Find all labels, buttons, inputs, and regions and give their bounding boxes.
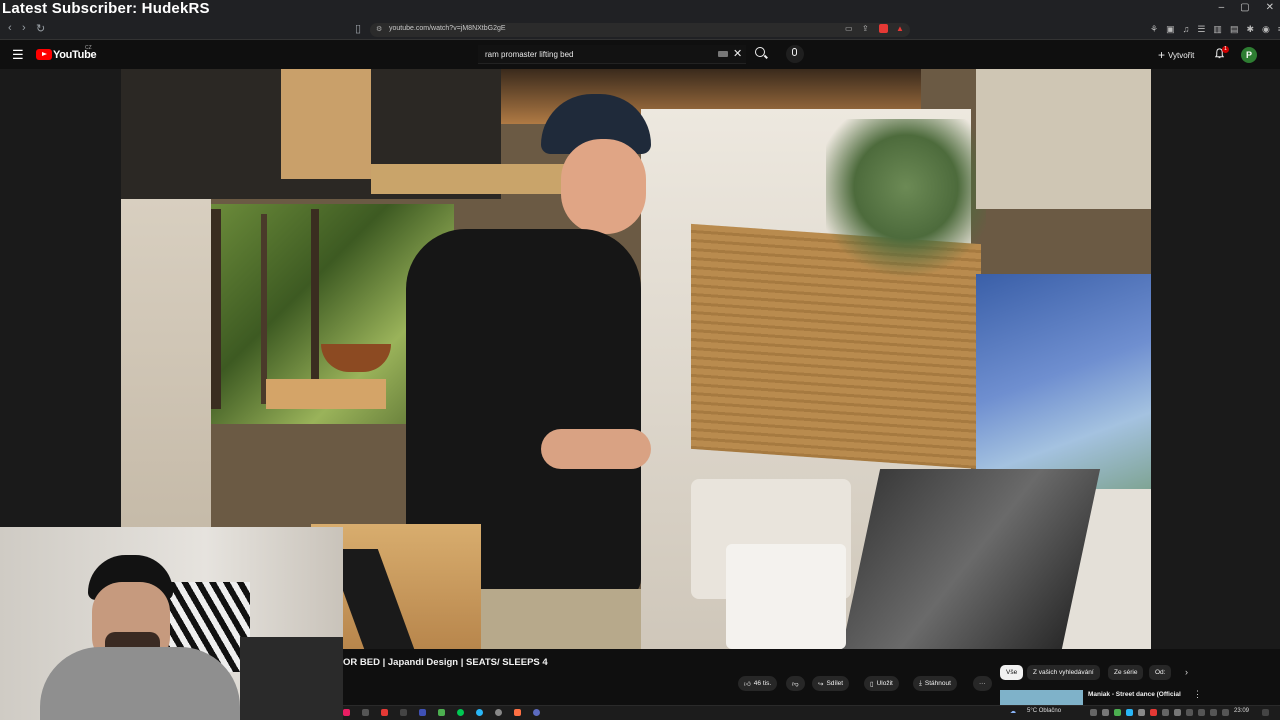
app-icon[interactable] bbox=[438, 709, 445, 716]
country-code: CZ bbox=[85, 45, 92, 51]
network-icon[interactable] bbox=[1222, 709, 1229, 716]
hamburger-menu-icon[interactable]: ☰ bbox=[12, 47, 24, 63]
notification-badge: 1 bbox=[1222, 46, 1229, 53]
microphone-icon[interactable] bbox=[792, 48, 797, 56]
app-icon[interactable] bbox=[400, 709, 407, 716]
volume-icon[interactable] bbox=[1198, 709, 1205, 716]
screen-icon[interactable]: ▭ bbox=[845, 24, 853, 33]
chip-from-series[interactable]: Ze série bbox=[1108, 665, 1144, 680]
puzzle-icon[interactable]: ✱ bbox=[1246, 24, 1254, 35]
browser-taskbar-icon[interactable] bbox=[381, 709, 388, 716]
thumbs-up-icon: 👍︎ bbox=[744, 680, 751, 688]
maximize-icon[interactable]: ▢ bbox=[1240, 2, 1249, 13]
dislike-button[interactable]: 👎︎ bbox=[786, 676, 805, 691]
list-icon[interactable]: ☰ bbox=[1197, 24, 1205, 35]
app-icon[interactable] bbox=[362, 709, 369, 716]
wifi-icon[interactable] bbox=[1186, 709, 1193, 716]
tray-icon[interactable] bbox=[1090, 709, 1097, 716]
chip-from-channel[interactable]: Od: bbox=[1149, 665, 1172, 680]
thumbs-down-icon: 👎︎ bbox=[792, 680, 799, 688]
recommendation-title[interactable]: Maniak - Street dance (Official bbox=[1088, 691, 1181, 698]
window-controls: – ▢ ✕ bbox=[1219, 2, 1274, 13]
save-button[interactable]: ▯ Uložit bbox=[864, 676, 899, 691]
like-count: 46 tis. bbox=[753, 680, 772, 687]
plus-icon: + bbox=[1158, 48, 1166, 62]
chip-from-searches[interactable]: Z vašich vyhledávání bbox=[1027, 665, 1100, 680]
app-icon[interactable] bbox=[495, 709, 502, 716]
download-label: Stáhnout bbox=[924, 680, 951, 687]
share-button[interactable]: ↪ Sdílet bbox=[812, 676, 850, 691]
weather-text[interactable]: 5°C Oblačno bbox=[1027, 708, 1061, 714]
app-icon[interactable] bbox=[419, 709, 426, 716]
recommendation-menu-icon[interactable]: ⋮ bbox=[1193, 689, 1202, 700]
share-label: Sdílet bbox=[826, 680, 844, 687]
alert-extension-icon[interactable]: ▲ bbox=[896, 24, 904, 33]
video-title: OR BED | Japandi Design | SEATS/ SLEEPS … bbox=[343, 657, 548, 668]
tray-icon[interactable] bbox=[1174, 709, 1181, 716]
search-icon[interactable] bbox=[755, 47, 765, 57]
sidebar-icon[interactable]: ▥ bbox=[1213, 24, 1222, 35]
download-icon: ⤓ bbox=[919, 679, 922, 687]
like-button[interactable]: 👍︎ 46 tis. bbox=[738, 676, 778, 691]
url-text[interactable]: youtube.com/watch?v=jM8NXtbG2gE bbox=[389, 25, 506, 32]
app-icon[interactable] bbox=[514, 709, 521, 716]
stream-overlay-title: Latest Subscriber: HudekRS bbox=[2, 0, 210, 17]
tray-icon[interactable] bbox=[1102, 709, 1109, 716]
chevron-right-icon[interactable]: › bbox=[1185, 667, 1188, 677]
app-icon[interactable] bbox=[476, 709, 483, 716]
tray-icon[interactable] bbox=[1138, 709, 1145, 716]
share-page-icon[interactable]: ⇪ bbox=[862, 24, 869, 33]
recommendation-thumbnail[interactable] bbox=[1000, 690, 1083, 706]
youtube-logo-icon[interactable] bbox=[36, 49, 52, 60]
notification-center-icon[interactable] bbox=[1262, 709, 1269, 716]
shield-extension-icon[interactable] bbox=[879, 24, 888, 33]
account-avatar[interactable]: P bbox=[1241, 47, 1257, 63]
more-actions-button[interactable]: ··· bbox=[973, 676, 992, 691]
bookmark-icon[interactable]: ▯ bbox=[355, 22, 361, 35]
forward-icon[interactable]: › bbox=[22, 22, 26, 34]
app-icon[interactable] bbox=[343, 709, 350, 716]
taskbar-clock[interactable]: 23:09 bbox=[1234, 708, 1249, 714]
tray-icon[interactable] bbox=[1162, 709, 1169, 716]
extension-icon[interactable]: ⚘ bbox=[1150, 24, 1158, 35]
download-button[interactable]: ⤓ Stáhnout bbox=[913, 676, 957, 691]
create-label: Vytvořit bbox=[1168, 50, 1195, 60]
music-icon[interactable]: ♫ bbox=[1183, 24, 1190, 35]
app-icon[interactable] bbox=[533, 709, 540, 716]
save-icon: ▯ bbox=[870, 680, 874, 688]
clear-search-icon[interactable]: ✕ bbox=[733, 47, 742, 60]
tray-icon[interactable] bbox=[1150, 709, 1157, 716]
chip-all[interactable]: Vše bbox=[1000, 665, 1024, 680]
create-button[interactable]: + Vytvořit bbox=[1158, 48, 1194, 62]
tab-icon[interactable]: ▣ bbox=[1166, 24, 1175, 35]
more-actions-icon: ··· bbox=[979, 680, 986, 687]
minimize-icon[interactable]: – bbox=[1219, 2, 1225, 13]
wallet-icon[interactable]: ▤ bbox=[1230, 24, 1239, 35]
back-icon[interactable]: ‹ bbox=[8, 22, 12, 34]
extensions-bar: ⚘ ▣ ♫ ☰ ▥ ▤ ✱ ◉ ≡ bbox=[1150, 24, 1280, 35]
save-label: Uložit bbox=[876, 680, 893, 687]
site-info-icon[interactable]: ⚙ bbox=[376, 25, 382, 33]
share-icon: ↪ bbox=[818, 680, 824, 688]
tray-icon[interactable] bbox=[1126, 709, 1133, 716]
search-input-value[interactable]: ram promaster lifting bed bbox=[485, 50, 573, 59]
battery-icon[interactable] bbox=[1210, 709, 1217, 716]
webcam-overlay bbox=[0, 527, 343, 720]
close-icon[interactable]: ✕ bbox=[1266, 2, 1274, 13]
tray-icon[interactable] bbox=[1114, 709, 1121, 716]
reload-icon[interactable]: ↻ bbox=[36, 22, 45, 35]
app-icon[interactable] bbox=[457, 709, 464, 716]
vpn-icon[interactable]: ◉ bbox=[1262, 24, 1270, 35]
weather-cloud-icon: ☁ bbox=[1010, 709, 1016, 715]
keyboard-icon[interactable] bbox=[718, 51, 728, 57]
